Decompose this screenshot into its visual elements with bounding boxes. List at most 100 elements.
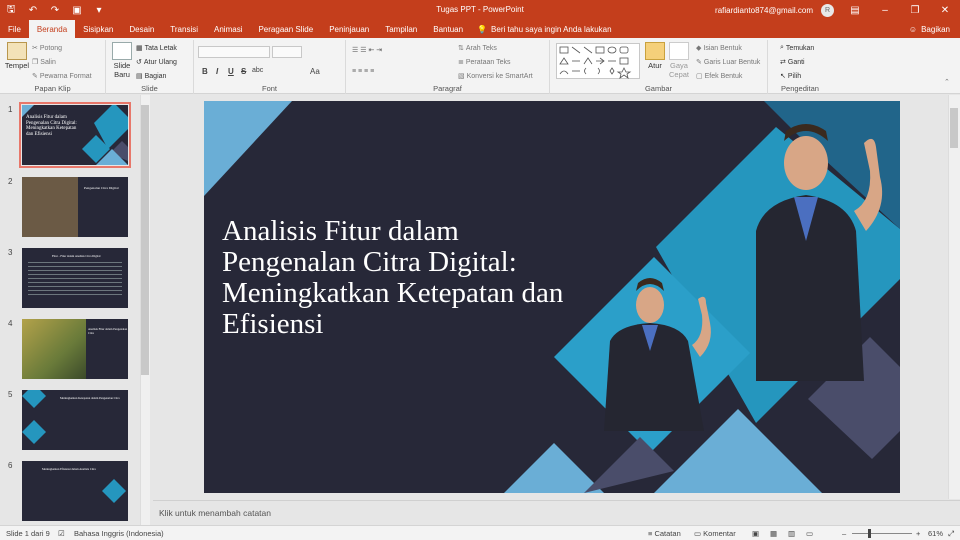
shape-effects-button[interactable]: ▢ Efek Bentuk [696,72,742,81]
zoom-level[interactable]: 61% [928,529,943,538]
zoom-out-icon[interactable]: – [842,529,846,538]
italic-button[interactable]: I [216,67,218,76]
comments-toggle[interactable]: ▭ Komentar [694,529,736,538]
char-spacing-button[interactable]: abc [252,67,263,74]
slide-title[interactable]: Analisis Fitur dalam Pengenalan Citra Di… [222,216,582,340]
minimize-icon[interactable]: – [870,0,900,20]
section-button[interactable]: ▤ Bagian [136,72,166,81]
format-painter-button[interactable]: ✎ Pewarna Format [32,72,92,81]
layout-button[interactable]: ▦ Tata Letak [136,44,177,53]
thumbnail-slide[interactable]: Pengenalan Citra Digital [22,177,128,237]
tab-help[interactable]: Bantuan [425,20,471,38]
thumbnail-slide[interactable]: Meningkatkan Ketepatan dalam Pengenalan … [22,390,128,450]
thumbnail-1[interactable]: 1 Analisis Fitur dalam Pengenalan Citra … [4,102,144,169]
align-text-button[interactable]: ≣ Perataan Teks [458,58,511,67]
zoom-slider[interactable] [852,533,912,534]
notes-toggle[interactable]: ≡ Catatan [648,529,681,538]
group-clipboard: Tempel ✂ Potong ❐ Salin ✎ Pewarna Format Pa… [0,40,106,94]
tab-file[interactable]: File [0,20,29,38]
thumbnail-4[interactable]: 4 Analisis Fitur dalam Pengenalan Citra [4,319,144,383]
tab-view[interactable]: Tampilan [377,20,425,38]
arrange-button[interactable]: Atur [644,42,666,70]
restore-icon[interactable]: ❐ [900,0,930,20]
zoom-in-icon[interactable]: + [916,529,920,538]
replace-button[interactable]: ⇄ Ganti [780,58,805,67]
tab-design[interactable]: Desain [121,20,162,38]
clipboard-group-label: Papan Klip [34,84,71,93]
notes-pane[interactable]: Klik untuk menambah catatan [153,500,960,525]
shape-outline-button[interactable]: ✎ Garis Luar Bentuk [696,58,760,67]
underline-button[interactable]: U [228,67,234,76]
cut-button[interactable]: ✂ Potong [32,44,63,53]
text-direction-button[interactable]: ⇅ Arah Teks [458,44,497,53]
copy-button[interactable]: ❐ Salin [32,58,56,67]
smartart-button[interactable]: ▧ Konversi ke SmartArt [458,72,533,81]
avatar[interactable]: R [821,3,834,17]
slide-scroll-thumb[interactable] [950,108,958,148]
collapse-ribbon-icon[interactable]: ⌃ [944,78,950,86]
notes-placeholder: Klik untuk menambah catatan [159,508,271,518]
tell-me-box[interactable]: 💡 Beri tahu saya ingin Anda lakukan [477,20,612,38]
paste-button[interactable]: Tempel [4,42,30,70]
fit-slide-icon[interactable]: ⤢ [948,529,954,539]
shapes-gallery[interactable] [556,43,640,79]
main-slide[interactable]: Analisis Fitur dalam Pengenalan Citra Di… [204,101,900,493]
new-slide-button[interactable]: Slide Baru [110,42,134,79]
save-icon[interactable]: 🖫 [0,0,22,20]
reset-button[interactable]: ↺ Atur Ulang [136,58,177,67]
customize-quick-access-icon[interactable]: ▾ [88,0,110,20]
tab-animations[interactable]: Animasi [206,20,250,38]
present-icon[interactable]: ▣ [66,0,88,20]
thumbnail-6[interactable]: 6 Meningkatkan Efisiensi dalam Analisis … [4,461,144,525]
group-editing: ⌕ Temukan ⇄ Ganti ↖ Pilih Pengeditan [768,40,832,94]
thumbnail-slide[interactable]: Analisis Fitur dalam Pengenalan Citra Di… [19,102,131,168]
thumbnail-number: 3 [8,248,13,257]
font-family-dropdown[interactable] [198,46,270,58]
tab-slideshow[interactable]: Peragaan Slide [250,20,321,38]
thumbnail-title: Analisis Fitur dalam Pengenalan Citra Di… [26,115,77,137]
thumbnail-text-lines [28,262,122,298]
shape-fill-button[interactable]: ◆ Isian Bentuk [696,44,742,53]
align-buttons[interactable]: ≡ ≡ ≡ ≡ [352,68,374,75]
thumbnail-3[interactable]: 3 Fitur - Fitur dalam Analisis Citra Dig… [4,248,144,312]
thumbnail-2[interactable]: 2 Pengenalan Citra Digital [4,177,144,241]
normal-view-icon[interactable]: ▣ [752,529,759,538]
share-button[interactable]: ☺ Bagikan [909,20,950,38]
undo-icon[interactable]: ↶ [22,0,44,20]
thumbnail-slide[interactable]: Fitur - Fitur dalam Analisis Citra Digit… [22,248,128,308]
spellcheck-icon[interactable]: ☑ [58,529,65,538]
close-icon[interactable]: ✕ [930,0,960,20]
thumbnail-5[interactable]: 5 Meningkatkan Ketepatan dalam Pengenala… [4,390,144,454]
thumbnail-slide[interactable]: Analisis Fitur dalam Pengenalan Citra [22,319,128,379]
thumbnail-scroll-thumb[interactable] [141,105,149,375]
slide-sorter-icon[interactable]: ▦ [770,529,777,538]
list-buttons[interactable]: ☰ ☰ ⇤ ⇥ [352,46,382,54]
smartart-icon: ▧ [458,73,465,80]
zoom-slider-thumb[interactable] [868,529,871,538]
font-group-label: Font [261,84,277,93]
font-size-dropdown[interactable] [272,46,302,58]
thumbnail-slide[interactable]: Meningkatkan Efisiensi dalam Analisis Ci… [22,461,128,521]
find-button[interactable]: ⌕ Temukan [780,44,814,52]
slide-scrollbar[interactable] [948,95,960,499]
tab-review[interactable]: Peninjauan [321,20,377,38]
replace-icon: ⇄ [780,59,786,66]
cut-label: Potong [39,44,63,52]
language-indicator[interactable]: Bahasa Inggris (Indonesia) [74,529,164,538]
reading-view-icon[interactable]: ▥ [788,529,795,538]
quick-styles-button[interactable]: Gaya Cepat [668,42,690,79]
bold-button[interactable]: B [202,67,208,76]
redo-icon[interactable]: ↷ [44,0,66,20]
tab-insert[interactable]: Sisipkan [75,20,121,38]
ribbon-display-icon[interactable]: ▤ [840,0,870,20]
change-case-button[interactable]: Aa [310,67,320,76]
tab-home[interactable]: Beranda [28,20,76,38]
quick-styles-label: Gaya Cepat [668,61,689,79]
ribbon: Tempel ✂ Potong ❐ Salin ✎ Pewarna Format Pa… [0,38,960,94]
slideshow-view-icon[interactable]: ▭ [806,529,813,538]
select-button[interactable]: ↖ Pilih [780,72,801,81]
strikethrough-button[interactable]: S [241,67,246,76]
account-email[interactable]: rafiardianto874@gmail.com [715,6,813,15]
bottom-triangle-dark [584,437,674,493]
tab-transitions[interactable]: Transisi [162,20,206,38]
